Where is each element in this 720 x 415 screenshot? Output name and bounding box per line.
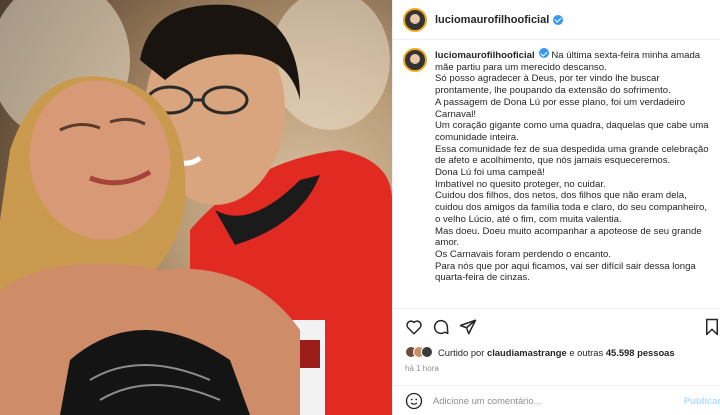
caption-line: A passagem de Dona Lú por esse plano, fo… xyxy=(435,96,686,108)
caption-line: Para nós que por aqui ficamos, vai ser d… xyxy=(435,260,696,272)
emoji-icon[interactable] xyxy=(405,392,423,410)
caption-line: Só posso agradecer à Deus, por ter vindo… xyxy=(435,73,660,85)
verified-badge-icon xyxy=(553,14,564,25)
caption-username[interactable]: luciomaurofilhooficial xyxy=(435,50,535,61)
post-side-panel: luciomaurofilhooficial luciomaurofilhoof… xyxy=(392,0,720,415)
publish-button[interactable]: Publicar xyxy=(684,395,720,406)
liked-by-user-link[interactable]: claudiamastrange xyxy=(487,347,567,358)
caption-line: Imbatível no quesito proteger, no cuidar… xyxy=(435,178,606,190)
caption-line: Carnaval! xyxy=(435,108,477,120)
caption-avatar[interactable] xyxy=(403,48,427,72)
caption-line: de afeto e acolhimento, que nós jamais e… xyxy=(435,155,671,167)
username-link[interactable]: luciomaurofilhooficial xyxy=(435,14,549,26)
caption-line: Um coração gigante como uma quadra, daqu… xyxy=(435,120,709,132)
liker-avatar xyxy=(421,346,433,358)
likes-summary: Curtido por claudiamastrange e outras 45… xyxy=(405,346,675,358)
post-header: luciomaurofilhooficial xyxy=(393,0,720,40)
caption-line: prontamente, lhe poupando da extensão do… xyxy=(435,85,671,97)
caption-line: Mas doeu. Doeu muito acompanhar a apoteo… xyxy=(435,225,702,237)
likes-mid: e outras xyxy=(566,346,606,358)
heart-icon[interactable] xyxy=(405,318,423,336)
comment-bar: Publicar xyxy=(393,385,720,415)
post-photo[interactable] xyxy=(0,0,392,415)
bookmark-icon[interactable] xyxy=(703,318,720,336)
photo-illustration xyxy=(0,0,392,415)
caption-line: quarta-feira de cinzas. xyxy=(435,272,530,284)
caption-line: mãe partiu para um merecido descanso. xyxy=(435,61,607,73)
share-icon[interactable] xyxy=(459,318,477,336)
caption-line: cuidou dos amigos da família toda e clar… xyxy=(435,202,707,214)
caption-line: Os Carnavais foram perdendo o encanto. xyxy=(435,248,611,260)
caption-body: luciomaurofilhooficial Na última sexta-f… xyxy=(435,48,719,308)
caption: luciomaurofilhooficial Na última sexta-f… xyxy=(403,48,719,308)
caption-line: Dona Lú foi uma campeã! xyxy=(435,167,545,179)
comment-icon[interactable] xyxy=(432,318,450,336)
likes-text: Curtido por claudiamastrange e outras 45… xyxy=(438,347,675,358)
caption-line: comunidade inteira. xyxy=(435,131,519,143)
caption-line: amor. xyxy=(435,237,459,249)
caption-line: Essa comunidade fez de sua despedida uma… xyxy=(435,143,709,155)
likes-count-link[interactable]: 45.598 pessoas xyxy=(606,347,675,358)
caption-line: Cuidou dos filhos, dos netos, dos filhos… xyxy=(435,190,687,202)
caption-line: o velho Lúcio, até o fim, com muita vale… xyxy=(435,213,622,225)
caption-line: Na última sexta-feira minha amada xyxy=(551,50,701,61)
verified-badge-icon xyxy=(538,48,549,58)
post-timestamp[interactable]: há 1 hora xyxy=(405,364,439,373)
likes-prefix: Curtido por xyxy=(438,346,487,358)
comment-input[interactable] xyxy=(433,395,663,406)
action-bar xyxy=(405,318,720,336)
avatar[interactable] xyxy=(403,7,427,32)
divider xyxy=(393,308,720,309)
